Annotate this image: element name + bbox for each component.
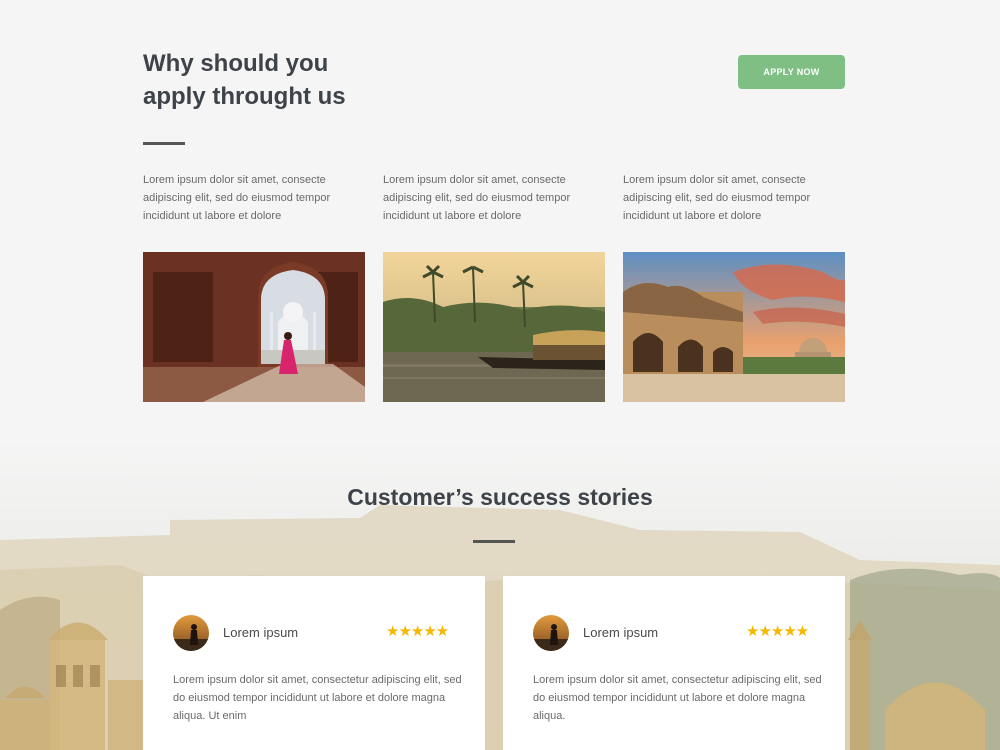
taj-mahal-archway-photo [143,252,365,402]
customer-name: Lorem ipsum [223,625,299,640]
testimonial-text: Lorem ipsum dolor sit amet, consectetur … [533,674,822,722]
avatar [173,615,209,651]
section-title-why: Why should you apply throught us [143,47,403,113]
title-line-1: Why should you [143,50,329,77]
stories-title: Customer’s success stories [347,484,653,510]
fort-sunset-photo [623,252,845,402]
apply-now-button[interactable]: APPLY NOW [738,55,845,89]
testimonial-text: Lorem ipsum dolor sit amet, consectetur … [173,674,462,722]
testimonial-card: Lorem ipsum ★★★★★ Lorem ipsum dolor sit … [503,576,845,750]
backwater-houseboat-photo [383,252,605,402]
feature-text-3: Lorem ipsum dolor sit amet, consecte adi… [623,174,811,222]
star-rating-icon: ★★★★★ [746,623,809,640]
stories-divider [473,540,515,543]
avatar [533,615,569,651]
testimonial-card: Lorem ipsum ★★★★★ Lorem ipsum dolor sit … [143,576,485,750]
feature-text-1: Lorem ipsum dolor sit amet, consecte adi… [143,174,331,222]
star-rating-icon: ★★★★★ [386,623,449,640]
feature-text-2: Lorem ipsum dolor sit amet, consecte adi… [383,174,571,222]
title-line-2: apply throught us [143,83,346,110]
title-divider [143,142,185,145]
customer-name: Lorem ipsum [583,625,659,640]
